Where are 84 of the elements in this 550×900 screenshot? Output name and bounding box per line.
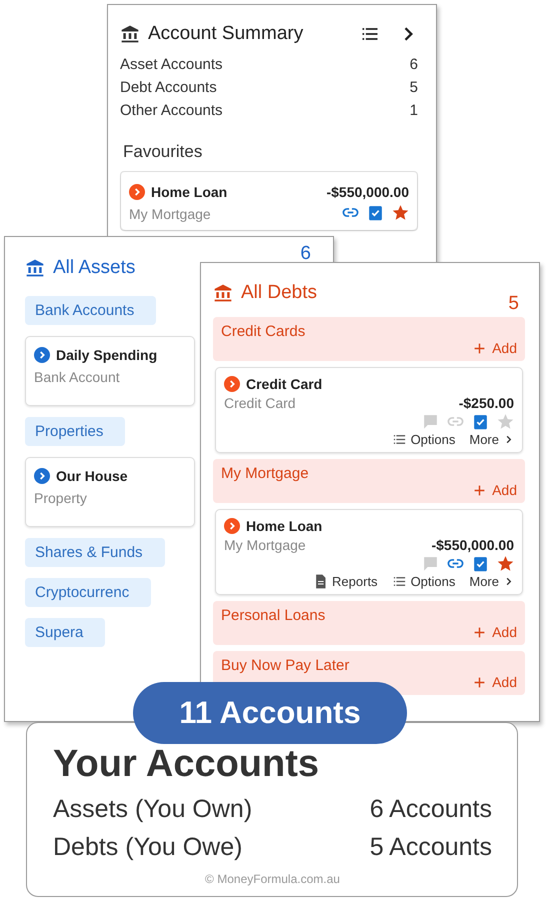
plus-icon [473,626,486,638]
total-badge: 11 Accounts [133,682,407,744]
add-button[interactable]: Add [473,674,517,690]
row-value: 6 Accounts [370,794,492,825]
account-name: Home Loan [246,518,322,534]
options-button[interactable]: Options [392,432,456,447]
more-link[interactable]: More [469,574,514,589]
add-button[interactable]: Add [473,340,517,356]
group-label: Buy Now Pay Later [221,657,350,674]
group-header[interactable]: Credit Cards Add [213,317,525,361]
account-type: My Mortgage [129,206,211,222]
row-label: Asset Accounts [120,55,223,75]
bank-icon [25,258,45,278]
account-name: Daily Spending [56,347,158,363]
chevron-circle-icon[interactable] [34,347,50,363]
panel-title: Your Accounts [53,743,320,786]
reports-button[interactable]: Reports [313,574,378,589]
account-type: Credit Card [224,395,296,411]
section-heading: Favourites [123,142,204,162]
list-icon [392,432,407,447]
chevron-circle-icon[interactable] [224,518,240,534]
group-label: My Mortgage [221,465,309,482]
plus-icon [473,342,486,354]
account-name: Home Loan [151,184,228,200]
star-icon[interactable] [497,555,514,572]
group-header[interactable]: My Mortgage Add [213,459,525,503]
account-card[interactable]: Daily Spending Bank Account [25,336,195,406]
group-label: Bank Accounts [35,302,134,319]
card-title: All Debts [241,282,318,304]
card-title: Account Summary [148,23,304,45]
group-label: Properties [35,423,104,440]
plus-icon [473,676,486,688]
group-label: Personal Loans [221,607,326,624]
row-count: 1 [410,101,418,121]
account-name: Our House [56,468,128,484]
account-card[interactable]: Credit Card Credit Card -$250.00 Options More [215,367,523,453]
group-header[interactable]: Shares & Funds [25,538,165,567]
account-card[interactable]: Home Loan My Mortgage -$550,000.00 [121,172,417,230]
list-icon [392,574,407,589]
account-name: Credit Card [246,376,322,392]
add-button[interactable]: Add [473,624,517,640]
group-label: Shares & Funds [35,544,143,561]
group-header[interactable]: Cryptocurrenc [25,578,152,607]
row-value: 5 Accounts [370,832,492,863]
row-label: Debt Accounts [120,78,217,98]
card-title: All Assets [53,257,136,279]
account-balance: -$550,000.00 [326,184,409,200]
row-count: 6 [410,55,418,75]
group-header[interactable]: Personal Loans Add [213,601,525,645]
account-count: 5 [508,293,519,315]
group-label: Cryptocurrenc [35,584,130,601]
account-card[interactable]: Our House Property [25,457,195,527]
add-button[interactable]: Add [473,482,517,498]
star-icon[interactable] [392,204,409,221]
group-header[interactable]: Bank Accounts [25,296,156,325]
document-icon [313,574,328,589]
account-type: My Mortgage [224,537,306,553]
star-icon[interactable] [497,413,514,430]
chevron-circle-icon[interactable] [129,184,145,200]
account-type: Property [34,490,87,506]
chevron-circle-icon[interactable] [224,376,240,392]
more-link[interactable]: More [469,432,514,447]
group-header[interactable]: Supera [25,618,106,647]
account-balance: -$250.00 [458,395,514,411]
row-label: Assets (You Own) [53,794,252,825]
bank-icon [213,283,233,303]
clipboard-check-icon[interactable] [367,204,384,221]
row-label: Debts (You Owe) [53,832,242,863]
account-type: Bank Account [34,369,120,385]
account-balance: -$550,000.00 [431,537,514,553]
account-card[interactable]: Home Loan My Mortgage -$550,000.00 Reports Options More [215,509,523,595]
group-header[interactable]: Properties [25,417,126,446]
bank-icon [120,24,140,44]
account-count: 6 [300,243,311,265]
group-label: Supera [35,624,84,641]
clipboard-check-icon[interactable] [472,555,489,572]
row-label: Other Accounts [120,101,223,121]
options-button[interactable]: Options [392,574,456,589]
plus-icon [473,484,486,496]
chevron-circle-icon[interactable] [34,468,50,484]
row-count: 5 [410,78,418,98]
group-label: Credit Cards [221,323,306,340]
clipboard-check-icon[interactable] [472,413,489,430]
copyright-text: © MoneyFormula.com.au [204,872,341,886]
